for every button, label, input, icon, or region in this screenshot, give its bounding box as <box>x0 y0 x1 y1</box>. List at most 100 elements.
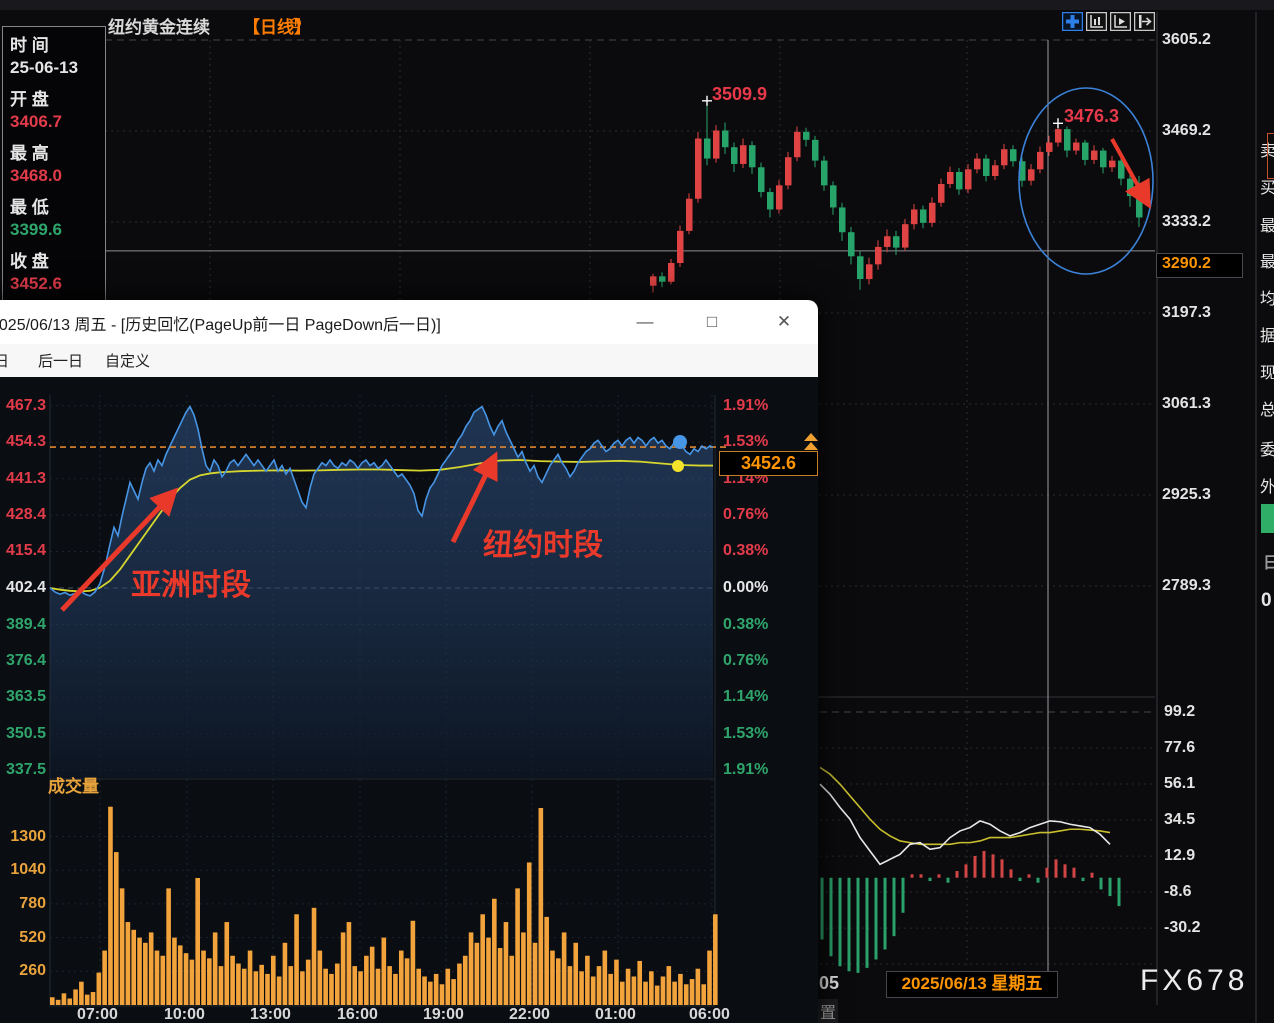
close-button[interactable]: ✕ <box>766 308 802 336</box>
compass-icon[interactable]: ⊕ <box>289 13 302 33</box>
macd-axis-label: 34.5 <box>1164 811 1195 829</box>
clipped-day-label: 日 <box>1263 549 1274 573</box>
intraday-chart-area <box>0 377 818 1023</box>
intraday-pct-axis-label: 0.38% <box>723 542 768 560</box>
chart-toolbar <box>1062 12 1155 31</box>
intraday-price-axis-label: 441.3 <box>0 470 46 488</box>
time-axis-label: 16:00 <box>337 1006 378 1023</box>
popup-menubar: 前一日 后一日 自定义 <box>0 344 818 377</box>
month-axis-label: 05 <box>819 973 839 994</box>
quote-field-label-clipped: 最 <box>1260 248 1274 272</box>
chart-title: 纽约黄金连续 <box>108 13 210 38</box>
macd-axis-label: 12.9 <box>1164 847 1195 865</box>
macd-axis-label: 56.1 <box>1164 775 1195 793</box>
price-axis-label: 3197.3 <box>1162 304 1211 322</box>
minimize-button[interactable]: — <box>627 308 663 336</box>
menu-next-day[interactable]: 后一日 <box>38 350 83 371</box>
menu-prev-day[interactable]: 前一日 <box>0 350 9 371</box>
intraday-price-axis-label: 402.4 <box>0 579 46 597</box>
close-label: 收 盘 <box>10 247 102 267</box>
intraday-pct-axis-label: 1.53% <box>723 725 768 743</box>
trading-app-window: 纽约黄金连续 【日线】 ⊕ 时 间 25-06-13 开 盘 3406.7 最 … <box>0 0 1274 1023</box>
low-value: 3399.6 <box>10 220 102 240</box>
intraday-pct-axis-label: 1.14% <box>723 688 768 706</box>
high-label: 最 高 <box>10 139 102 159</box>
volume-axis-label: 780 <box>0 895 46 913</box>
intraday-price-axis-label: 337.5 <box>0 761 46 779</box>
quote-field-label-clipped: 总 <box>1260 396 1274 420</box>
intraday-pct-axis-label: 1.91% <box>723 761 768 779</box>
intraday-price-axis-label: 350.5 <box>0 725 46 743</box>
time-axis-label: 19:00 <box>423 1006 464 1023</box>
partial-ui-label: 置 <box>818 999 838 1023</box>
popup-title: 2025/06/13 周五 - [历史回忆(PageUp前一日 PageDown… <box>0 311 441 335</box>
price-axis-label: 2789.3 <box>1162 577 1211 595</box>
intraday-pct-axis-label: 1.91% <box>723 397 768 415</box>
price-axis-label: 2925.3 <box>1162 486 1211 504</box>
macd-axis-label: 99.2 <box>1164 703 1195 721</box>
macd-axis-label: -8.6 <box>1164 883 1192 901</box>
time-axis-label: 10:00 <box>164 1006 205 1023</box>
intraday-price-axis-label: 376.4 <box>0 652 46 670</box>
clipped-red-box <box>1267 133 1274 179</box>
macd-plot <box>820 767 1119 972</box>
low-label: 最 低 <box>10 193 102 213</box>
macd-axis-label: 77.6 <box>1164 739 1195 757</box>
intraday-chart-svg <box>0 377 818 1023</box>
quote-field-label-clipped: 均 <box>1260 285 1274 309</box>
intraday-price-axis-label: 454.3 <box>0 433 46 451</box>
quote-field-label-clipped: 外 <box>1260 473 1274 497</box>
price-axis-label: 3469.2 <box>1162 122 1211 140</box>
menu-custom[interactable]: 自定义 <box>105 350 150 371</box>
clipped-zero-value: 0 <box>1261 590 1272 612</box>
time-value: 25-06-13 <box>10 58 102 78</box>
high-price-label-1: 3509.9 <box>712 84 767 105</box>
chart-axis-play-icon[interactable] <box>1110 12 1131 31</box>
popup-titlebar[interactable]: 2025/06/13 周五 - [历史回忆(PageUp前一日 PageDown… <box>0 300 818 345</box>
intraday-pct-axis-label: 0.76% <box>723 652 768 670</box>
quote-field-label-clipped: 委 <box>1260 436 1274 460</box>
macd-axis-label: -30.2 <box>1164 919 1200 937</box>
high-price-label-2: 3476.3 <box>1064 106 1119 127</box>
volume-pane-title: 成交量 <box>48 772 99 797</box>
quote-field-label-clipped: 最 <box>1260 212 1274 236</box>
history-replay-window: 2025/06/13 周五 - [历史回忆(PageUp前一日 PageDown… <box>0 300 818 1023</box>
intraday-price-axis-label: 467.3 <box>0 397 46 415</box>
quote-field-label-clipped: 现 <box>1260 359 1274 383</box>
intraday-pct-axis-label: 0.76% <box>723 506 768 524</box>
open-value: 3406.7 <box>10 112 102 132</box>
intraday-price-axis-label: 428.4 <box>0 506 46 524</box>
volume-axis-label: 1300 <box>0 828 46 846</box>
volume-axis-label: 520 <box>0 929 46 947</box>
price-axis-label: 3061.3 <box>1162 395 1211 413</box>
clipped-green-badge <box>1261 504 1274 533</box>
chart-axis-left-icon[interactable] <box>1086 12 1107 31</box>
annotation-asia-session: 亚洲时段 <box>131 560 251 604</box>
maximize-button[interactable]: □ <box>694 308 730 336</box>
annotation-ny-session: 纽约时段 <box>483 520 603 564</box>
axis-shift-right-icon[interactable] <box>1134 12 1155 31</box>
price-axis-label: 3605.2 <box>1162 31 1211 49</box>
crosshair-date-label: 2025/06/13 星期五 <box>886 971 1058 998</box>
last-price-axis-label: 3452.6 <box>719 451 818 476</box>
intraday-price-axis-label: 363.5 <box>0 688 46 706</box>
time-axis-label: 07:00 <box>77 1006 118 1023</box>
time-label: 时 间 <box>10 31 102 51</box>
close-value: 3452.6 <box>10 274 102 294</box>
crosshair-move-icon[interactable] <box>1062 12 1083 31</box>
intraday-pct-axis-label: 0.38% <box>723 616 768 634</box>
intraday-price-axis-label: 389.4 <box>0 616 46 634</box>
time-axis-label: 01:00 <box>595 1006 636 1023</box>
watermark-fx678: FX678 <box>1140 964 1248 998</box>
price-axis-label: 3333.2 <box>1162 213 1211 231</box>
volume-axis-label: 1040 <box>0 861 46 879</box>
time-axis-label: 06:00 <box>689 1006 730 1023</box>
intraday-price-axis-label: 415.4 <box>0 542 46 560</box>
quote-field-label-clipped: 据 <box>1260 322 1274 346</box>
intraday-pct-axis-label: 0.00% <box>723 579 768 597</box>
time-axis-label: 22:00 <box>509 1006 550 1023</box>
high-value: 3468.0 <box>10 166 102 186</box>
volume-axis-label: 260 <box>0 962 46 980</box>
time-axis-label: 13:00 <box>250 1006 291 1023</box>
open-label: 开 盘 <box>10 85 102 105</box>
